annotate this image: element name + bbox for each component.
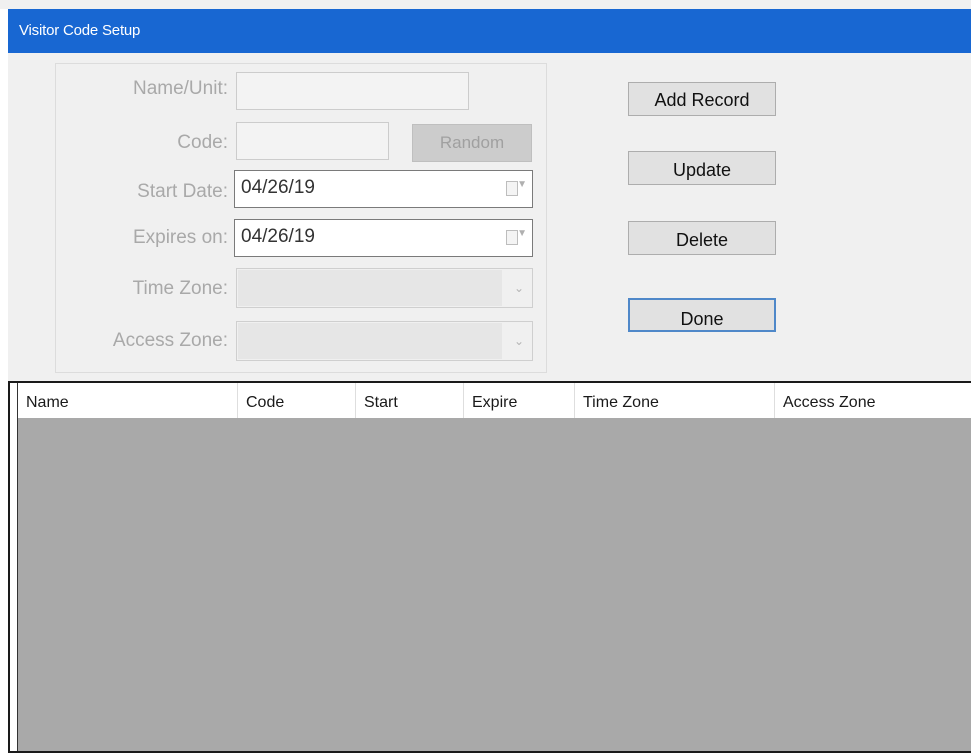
column-header-access-zone[interactable]: Access Zone: [775, 383, 971, 418]
column-header-name[interactable]: Name: [18, 383, 238, 418]
start-date-value: 04/26/19: [241, 177, 315, 198]
column-header-start[interactable]: Start: [356, 383, 464, 418]
access-zone-label: Access Zone:: [112, 330, 228, 351]
code-label: Code:: [177, 132, 228, 153]
name-unit-input[interactable]: [236, 72, 469, 110]
code-input[interactable]: [236, 122, 389, 160]
done-button[interactable]: Done: [628, 298, 776, 332]
expires-date-picker[interactable]: 04/26/19 ▼: [234, 219, 533, 257]
delete-button[interactable]: Delete: [628, 221, 776, 255]
column-header-expire[interactable]: Expire: [464, 383, 575, 418]
dropdown-arrow-icon[interactable]: ▼: [517, 179, 527, 190]
list-header: Name Code Start Expire Time Zone Access …: [18, 383, 971, 418]
chevron-down-icon[interactable]: ⌄: [514, 281, 524, 295]
dropdown-arrow-icon[interactable]: ▼: [517, 228, 527, 239]
chevron-down-icon[interactable]: ⌄: [514, 334, 524, 348]
window-left-edge: [0, 9, 8, 753]
add-record-button[interactable]: Add Record: [628, 82, 776, 116]
name-unit-label: Name/Unit:: [132, 78, 228, 99]
start-date-label: Start Date:: [137, 181, 228, 202]
expires-on-label: Expires on:: [132, 227, 228, 248]
access-zone-value: [238, 323, 502, 359]
time-zone-dropdown[interactable]: ⌄: [236, 268, 533, 308]
column-header-code[interactable]: Code: [238, 383, 356, 418]
update-button[interactable]: Update: [628, 151, 776, 185]
start-date-picker[interactable]: 04/26/19 ▼: [234, 170, 533, 208]
expires-date-value: 04/26/19: [241, 226, 315, 247]
window-title: Visitor Code Setup: [19, 22, 141, 39]
list-left-border: [10, 383, 18, 751]
random-button[interactable]: Random: [412, 124, 532, 162]
time-zone-value: [238, 270, 502, 306]
visitor-code-list[interactable]: Name Code Start Expire Time Zone Access …: [8, 381, 971, 753]
visitor-code-setup-window: Visitor Code Setup Name/Unit: Code: Rand…: [0, 0, 971, 753]
title-bar[interactable]: Visitor Code Setup: [8, 9, 971, 53]
access-zone-dropdown[interactable]: ⌄: [236, 321, 533, 361]
time-zone-label: Time Zone:: [132, 278, 228, 299]
column-header-time-zone[interactable]: Time Zone: [575, 383, 775, 418]
